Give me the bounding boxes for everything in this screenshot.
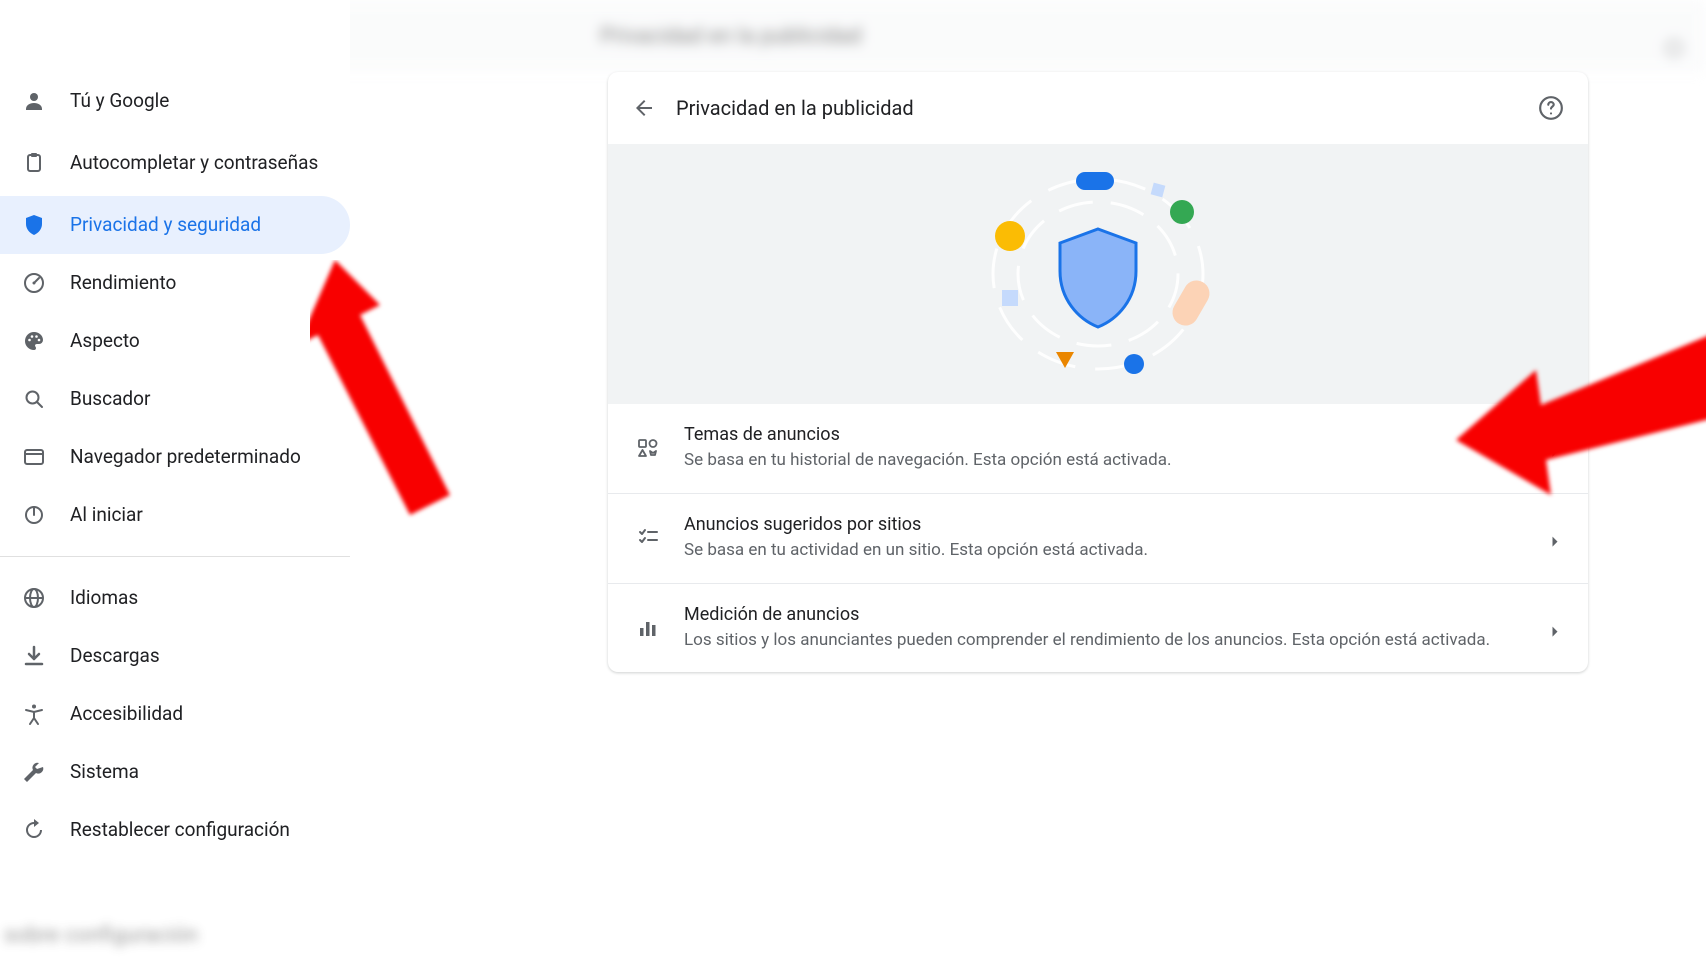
setting-title: Medición de anuncios [684, 604, 1530, 625]
setting-row[interactable]: Temas de anuncios Se basa en tu historial… [608, 404, 1588, 494]
person-icon [22, 89, 46, 113]
setting-row[interactable]: Anuncios sugeridos por sitios Se basa en … [608, 494, 1588, 584]
sidebar-item-search[interactable]: Buscador [0, 370, 350, 428]
sidebar-item-startup[interactable]: Al iniciar [0, 486, 350, 544]
panel-header: Privacidad en la publicidad [608, 72, 1588, 144]
setting-row[interactable]: Medición de anuncios Los sitios y los anu… [608, 584, 1588, 673]
globe-icon [22, 586, 46, 610]
sidebar-item-appearance[interactable]: Aspecto [0, 312, 350, 370]
bottom-blurred-text: sobre configuración [4, 923, 198, 948]
sidebar-item-reset[interactable]: Restablecer configuración [0, 801, 350, 859]
topics-icon [636, 436, 660, 460]
sidebar-item-label: Idiomas [70, 586, 138, 610]
sidebar-item-system[interactable]: Sistema [0, 743, 350, 801]
sidebar-item-label: Autocompletar y contraseñas [70, 151, 318, 175]
sidebar-item-accessibility[interactable]: Accesibilidad [0, 685, 350, 743]
sidebar-item-label: Navegador predeterminado [70, 445, 301, 469]
setting-text: Temas de anuncios Se basa en tu historial… [684, 424, 1530, 473]
clipboard-icon [22, 151, 46, 175]
browser-icon [22, 445, 46, 469]
setting-subtitle: Se basa en tu historial de navegación. E… [684, 449, 1530, 473]
sidebar-item-performance[interactable]: Rendimiento [0, 254, 350, 312]
chevron-right-icon [1550, 443, 1560, 453]
help-button[interactable] [1538, 95, 1564, 121]
sidebar-item-label: Tú y Google [70, 89, 169, 113]
chevron-right-icon [1550, 533, 1560, 543]
setting-subtitle: Los sitios y los anunciantes pueden comp… [684, 629, 1530, 653]
setting-text: Medición de anuncios Los sitios y los anu… [684, 604, 1530, 653]
checklist-icon [636, 526, 660, 550]
setting-subtitle: Se basa en tu actividad en un sitio. Est… [684, 539, 1530, 563]
sidebar-item-downloads[interactable]: Descargas [0, 627, 350, 685]
search-icon [22, 387, 46, 411]
sidebar-item-privacy[interactable]: Privacidad y seguridad [0, 196, 350, 254]
barchart-icon [636, 616, 660, 640]
accessibility-icon [22, 702, 46, 726]
sidebar-item-label: Restablecer configuración [70, 818, 290, 842]
sidebar-item-label: Descargas [70, 644, 160, 668]
sidebar-item-label: Al iniciar [70, 503, 143, 527]
sidebar-item-autofill[interactable]: Autocompletar y contraseñas [0, 130, 350, 196]
sidebar: Tú y Google Autocompletar y contraseñas Pr… [0, 0, 350, 960]
settings-panel: Privacidad en la publicidad [608, 72, 1588, 672]
sidebar-item-label: Accesibilidad [70, 702, 183, 726]
sidebar-item-label: Sistema [70, 760, 139, 784]
panel-title: Privacidad en la publicidad [676, 96, 1538, 120]
sidebar-item-you-google[interactable]: Tú y Google [0, 72, 350, 130]
restore-icon [22, 818, 46, 842]
sidebar-item-label: Buscador [70, 387, 150, 411]
sidebar-item-languages[interactable]: Idiomas [0, 569, 350, 627]
sidebar-divider [0, 556, 350, 557]
shield-icon [22, 213, 46, 237]
download-icon [22, 644, 46, 668]
main-content: Privacidad en la publicidad [350, 0, 1706, 960]
chevron-right-icon [1550, 623, 1560, 633]
sidebar-item-label: Rendimiento [70, 271, 176, 295]
sidebar-item-label: Aspecto [70, 329, 140, 353]
setting-title: Temas de anuncios [684, 424, 1530, 445]
speed-icon [22, 271, 46, 295]
setting-text: Anuncios sugeridos por sitios Se basa en … [684, 514, 1530, 563]
wrench-icon [22, 760, 46, 784]
sidebar-item-default-browser[interactable]: Navegador predeterminado [0, 428, 350, 486]
palette-icon [22, 329, 46, 353]
back-button[interactable] [632, 96, 656, 120]
setting-title: Anuncios sugeridos por sitios [684, 514, 1530, 535]
hero-illustration [608, 144, 1588, 404]
power-icon [22, 503, 46, 527]
sidebar-item-label: Privacidad y seguridad [70, 213, 261, 237]
